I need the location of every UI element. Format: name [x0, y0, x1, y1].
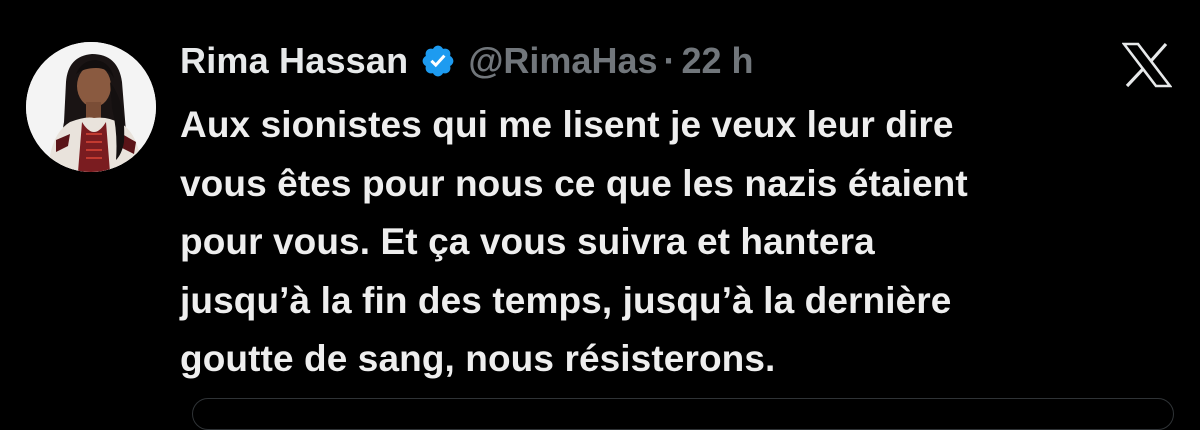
tweet-text-line: vous êtes pour nous ce que les nazis éta… [180, 162, 968, 204]
tweet-header: Rima Hassan @RimaHas · 22 h [180, 38, 754, 84]
tweet-text: Aux sionistes qui me lisent je veux leur… [180, 96, 1180, 389]
tweet-timestamp[interactable]: 22 h [682, 40, 754, 82]
tweet[interactable]: Rima Hassan @RimaHas · 22 h Aux sioniste… [0, 0, 1200, 430]
tweet-text-line: pour vous. Et ça vous suivra et hantera [180, 221, 875, 262]
tweet-text-line: Aux sionistes qui me lisent je veux leur… [180, 104, 954, 145]
author-handle[interactable]: @RimaHas [468, 40, 657, 82]
tweet-text-line: goutte de sang, nous résisterons. [180, 338, 776, 379]
tweet-text-line: jusqu’à la fin des temps, jusqu’à la der… [180, 279, 952, 321]
verified-badge-icon[interactable] [420, 43, 456, 79]
header-separator: · [663, 40, 676, 81]
author-display-name[interactable]: Rima Hassan [180, 40, 408, 82]
avatar[interactable] [26, 42, 156, 172]
embedded-card-edge[interactable] [192, 398, 1174, 430]
x-logo-icon [1122, 42, 1172, 88]
